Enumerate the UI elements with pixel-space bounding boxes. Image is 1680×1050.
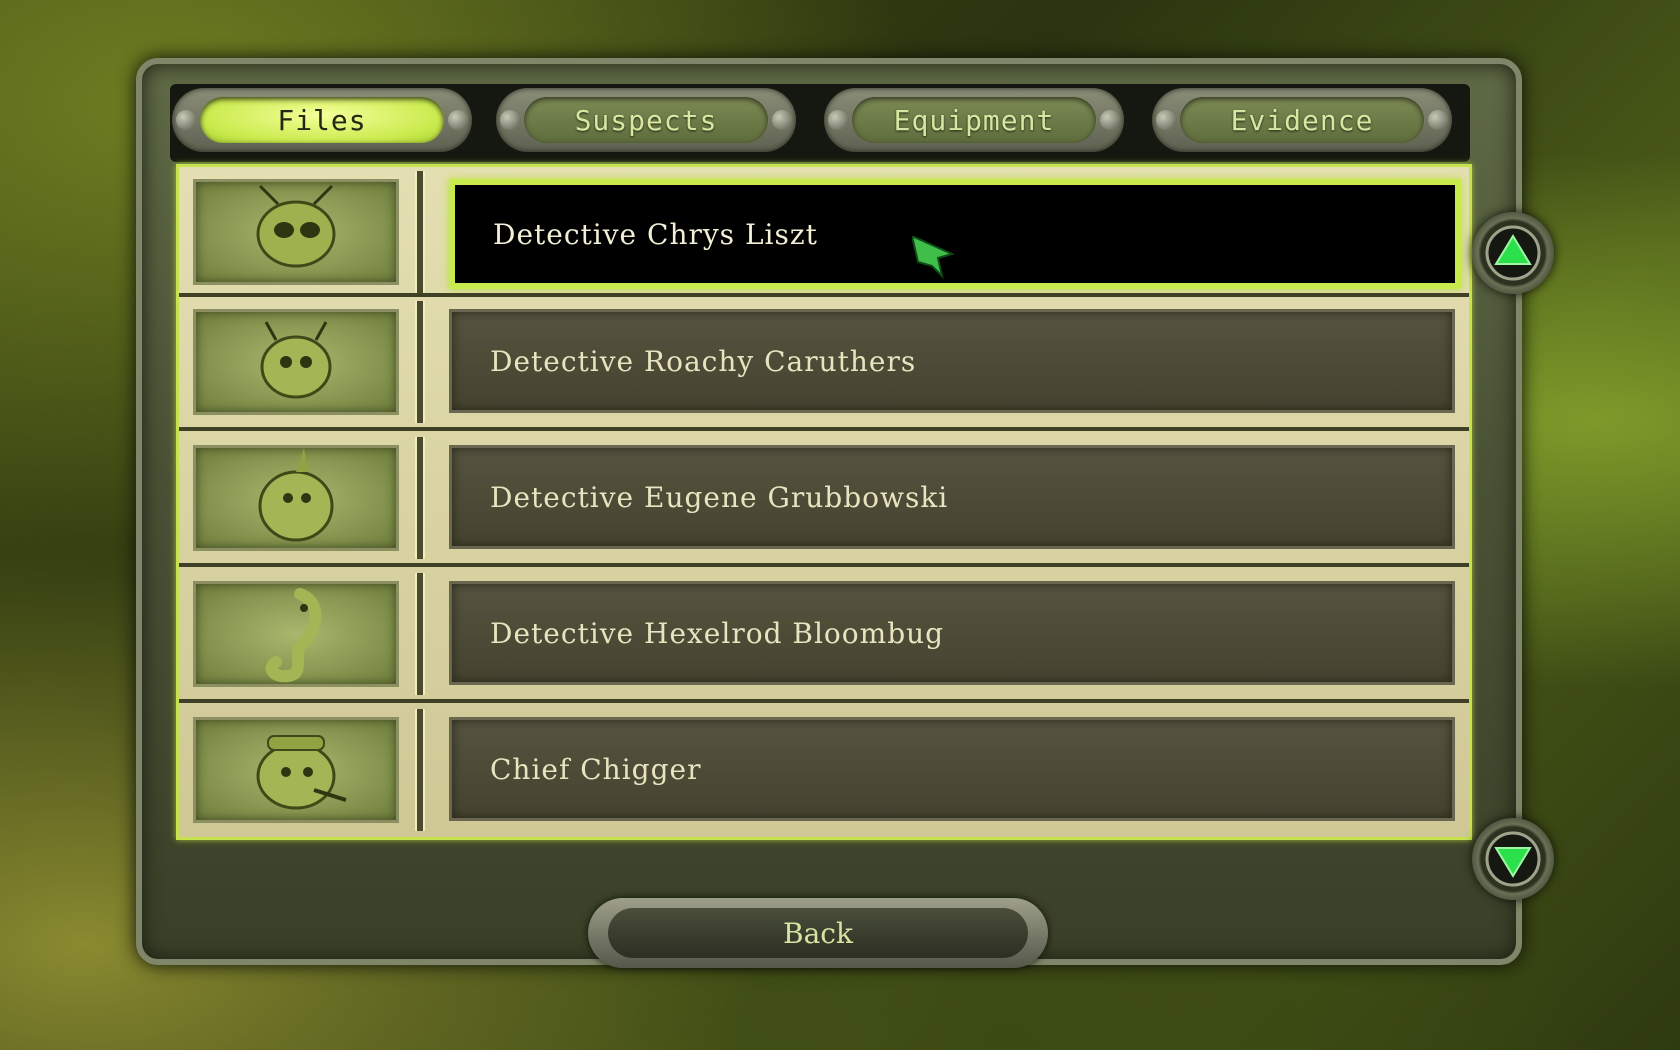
row-divider: [415, 709, 425, 831]
bug-portrait-roachy-caruthers-icon: [193, 309, 399, 415]
rivet-icon: [500, 110, 520, 130]
tab-evidence[interactable]: Evidence: [1152, 88, 1452, 152]
back-button[interactable]: Back: [588, 898, 1048, 968]
rivet-icon: [176, 110, 196, 130]
file-name-bar[interactable]: Detective Hexelrod Bloombug: [449, 581, 1455, 685]
file-name-bar[interactable]: Detective Eugene Grubbowski: [449, 445, 1455, 549]
row-separator: [179, 293, 1469, 297]
row-divider: [415, 171, 425, 293]
list-item[interactable]: Detective Roachy Caruthers: [179, 301, 1469, 423]
tab-suspects[interactable]: Suspects: [496, 88, 796, 152]
row-separator: [179, 427, 1469, 431]
rivet-icon: [1156, 110, 1176, 130]
rivet-icon: [772, 110, 792, 130]
list-item[interactable]: Detective Eugene Grubbowski: [179, 437, 1469, 559]
file-name: Chief Chigger: [490, 752, 702, 786]
row-separator: [179, 699, 1469, 703]
scroll-down-button[interactable]: [1472, 818, 1554, 900]
tab-files[interactable]: Files: [172, 88, 472, 152]
list-item[interactable]: Detective Hexelrod Bloombug: [179, 573, 1469, 695]
list-item[interactable]: Chief Chigger: [179, 709, 1469, 831]
rivet-icon: [448, 110, 468, 130]
arrow-down-icon: [1485, 831, 1541, 887]
file-name: Detective Chrys Liszt: [493, 217, 818, 251]
rivet-icon: [828, 110, 848, 130]
tab-equipment[interactable]: Equipment: [824, 88, 1124, 152]
file-name-bar[interactable]: Chief Chigger: [449, 717, 1455, 821]
scroll-up-button[interactable]: [1472, 212, 1554, 294]
rivet-icon: [1100, 110, 1120, 130]
tab-evidence-label: Evidence: [1180, 97, 1424, 143]
bug-portrait-hexelrod-bloombug-icon: [193, 581, 399, 687]
tab-equipment-label: Equipment: [852, 97, 1096, 143]
rivet-icon: [1428, 110, 1448, 130]
file-list: Detective Chrys Liszt Detective Roachy C…: [176, 164, 1472, 840]
file-name: Detective Eugene Grubbowski: [490, 480, 949, 514]
tab-files-label: Files: [200, 97, 444, 143]
row-separator: [179, 563, 1469, 567]
row-divider: [415, 301, 425, 423]
tab-suspects-label: Suspects: [524, 97, 768, 143]
bug-portrait-eugene-grubbowski-icon: [193, 445, 399, 551]
arrow-up-icon: [1485, 225, 1541, 281]
bug-portrait-chief-chigger-icon: [193, 717, 399, 823]
row-divider: [415, 573, 425, 695]
pointer-cursor-icon: [912, 236, 955, 280]
back-button-label: Back: [608, 908, 1028, 958]
file-name-bar[interactable]: Detective Roachy Caruthers: [449, 309, 1455, 413]
file-name: Detective Roachy Caruthers: [490, 344, 917, 378]
list-item[interactable]: Detective Chrys Liszt: [179, 171, 1469, 293]
file-name: Detective Hexelrod Bloombug: [490, 616, 945, 650]
row-divider: [415, 437, 425, 559]
bug-portrait-chrys-liszt-icon: [193, 179, 399, 285]
